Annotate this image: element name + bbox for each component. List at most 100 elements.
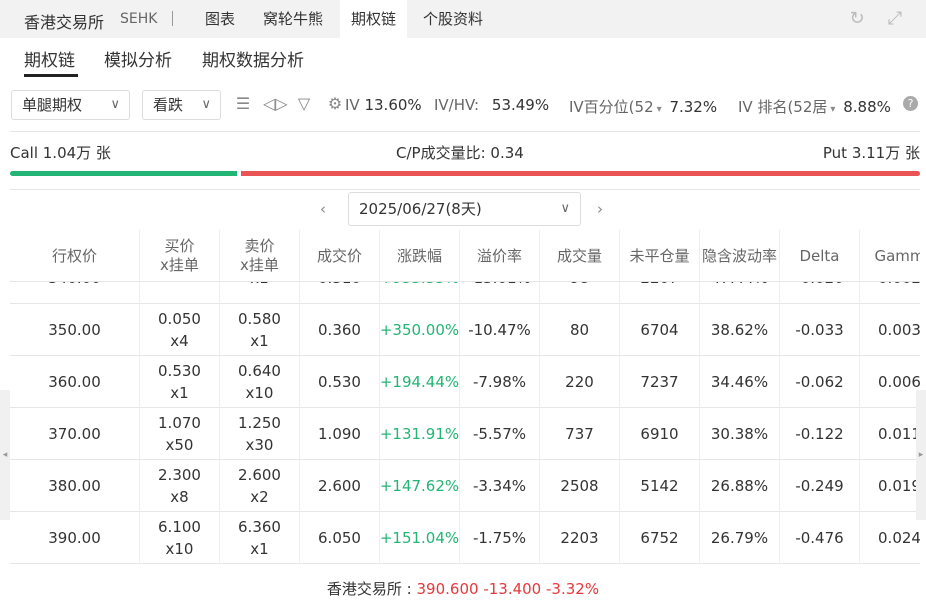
tab-option-chain[interactable]: 期权链: [340, 0, 408, 38]
tab-chart[interactable]: 图表: [194, 0, 246, 38]
cell-bid: 0.530 x1: [140, 356, 220, 408]
cell-implied-vol: 26.79%: [700, 512, 780, 564]
header-volume[interactable]: 成交量: [540, 230, 620, 282]
cell-strike: 390.00: [10, 512, 140, 564]
cell-ask: 6.360 x1: [220, 512, 300, 564]
expiry-value: 2025/06/27(8天): [359, 200, 482, 218]
cell-bid: 0.050 x4: [140, 304, 220, 356]
cell-last: 0.530: [300, 356, 380, 408]
chevron-down-icon: ∨: [201, 97, 211, 112]
call-volume: Call 1.04万 张: [10, 144, 111, 162]
tab-warrants[interactable]: 窝轮牛熊: [252, 0, 334, 38]
cell-volume: 2508: [540, 460, 620, 512]
cell-strike: 380.00: [10, 460, 140, 512]
header-ask[interactable]: 卖价 x挂单: [220, 230, 300, 282]
header-premium[interactable]: 溢价率: [460, 230, 540, 282]
cell-ask: 0.580 x1: [220, 304, 300, 356]
top-bar: 香港交易所 SEHK 图表 窝轮牛熊 期权链 个股资料 ↻ ⤢: [0, 0, 926, 38]
gear-icon[interactable]: ⚙: [325, 94, 345, 114]
cell-open-interest: 6752: [620, 512, 700, 564]
caret-down-icon[interactable]: ▾: [657, 104, 662, 115]
cell-volume: 220: [540, 356, 620, 408]
cell-change-pct: +151.04%: [380, 512, 460, 564]
cell-ask: 1.250 x30: [220, 408, 300, 460]
header-delta[interactable]: Delta: [780, 230, 860, 282]
table-row[interactable]: 350.00 0.050 x4 0.580 x1 0.360 +350.00% -10.47%…: [10, 304, 920, 356]
cell-premium: -10.47%: [460, 304, 540, 356]
expand-icon[interactable]: ⤢: [884, 8, 906, 30]
chevron-down-icon: ∨: [560, 201, 570, 216]
cell-implied-vol: 34.46%: [700, 356, 780, 408]
divider: [172, 11, 173, 26]
cell-ask: 2.600 x2: [220, 460, 300, 512]
stock-name: 香港交易所: [24, 13, 105, 32]
chevron-left-icon[interactable]: ‹: [320, 200, 326, 218]
ivhv-value: 53.49%: [491, 96, 550, 114]
divider: [10, 131, 920, 132]
ivhv-label: IV/HV:: [434, 96, 480, 114]
cell-gamma: 0.003: [860, 304, 920, 356]
help-icon[interactable]: ?: [903, 96, 918, 111]
ivhv-stat: IV/HV: 53.49%: [434, 96, 549, 114]
cell-strike: 370.00: [10, 408, 140, 460]
footer-stock-name: 香港交易所 :: [326, 580, 412, 598]
table-row[interactable]: 390.00 6.100 x10 6.360 x1 6.050 +151.04% -1.75%…: [10, 512, 920, 564]
filter-icon[interactable]: ▽: [294, 94, 314, 114]
cell-bid: 1.070 x50: [140, 408, 220, 460]
iv-rank-value: 8.88%: [843, 98, 891, 116]
iv-rank-label: IV 排名(52居: [738, 98, 828, 116]
iv-percentile-stat: IV百分位(52 ▾ 7.32%: [569, 96, 717, 117]
put-volume: Put 3.11万 张: [822, 144, 920, 162]
table-row[interactable]: 380.00 2.300 x8 2.600 x2 2.600 +147.62% -3.34% 2…: [10, 460, 920, 512]
scroll-right-handle[interactable]: ▸: [916, 390, 926, 520]
option-type-select[interactable]: 单腿期权 ∨: [11, 90, 130, 120]
footer-price: 390.600: [416, 580, 479, 598]
header-implied-vol[interactable]: 隐含波动率: [700, 230, 780, 282]
list-icon[interactable]: ☰: [233, 94, 253, 114]
cell-delta: -0.122: [780, 408, 860, 460]
cell-open-interest: 6910: [620, 408, 700, 460]
cell-gamma: 0.011: [860, 408, 920, 460]
header-open-interest[interactable]: 未平仓量: [620, 230, 700, 282]
expiry-select[interactable]: 2025/06/27(8天) ∨: [348, 192, 581, 226]
header-bid[interactable]: 买价 x挂单: [140, 230, 220, 282]
cell-ask: 0.640 x10: [220, 356, 300, 408]
cell-last: 2.600: [300, 460, 380, 512]
subtab-simulation[interactable]: 模拟分析: [104, 46, 172, 71]
iv-stat: IV 13.60%: [345, 96, 422, 114]
caret-down-icon[interactable]: ▾: [830, 104, 835, 115]
cell-gamma: 0.024: [860, 512, 920, 564]
cell-change-pct: +350.00%: [380, 304, 460, 356]
volume-ratio-bar: [10, 171, 920, 176]
direction-select[interactable]: 看跌 ∨: [142, 90, 221, 120]
iv-percentile-label: IV百分位(52: [569, 98, 654, 116]
header-strike[interactable]: 行权价: [10, 230, 140, 282]
header-gamma[interactable]: Gamm: [860, 230, 920, 282]
table-row[interactable]: 360.00 0.530 x1 0.640 x10 0.530 +194.44% -7.98%…: [10, 356, 920, 408]
chevron-down-icon: ∨: [110, 97, 120, 112]
cell-implied-vol: 38.62%: [700, 304, 780, 356]
cell-gamma: 0.006: [860, 356, 920, 408]
chevron-right-icon[interactable]: ›: [597, 200, 603, 218]
cell-last: 0.360: [300, 304, 380, 356]
cell-gamma: 0.019: [860, 460, 920, 512]
iv-rank-stat: IV 排名(52居 ▾ 8.88%: [738, 96, 891, 117]
cell-volume: 80: [540, 304, 620, 356]
cell-last: 6.050: [300, 512, 380, 564]
subtab-option-chain[interactable]: 期权链: [24, 46, 75, 71]
cell-bid: 6.100 x10: [140, 512, 220, 564]
cell-strike: 360.00: [10, 356, 140, 408]
cell-delta: -0.033: [780, 304, 860, 356]
refresh-icon[interactable]: ↻: [846, 8, 868, 30]
header-change-pct[interactable]: 涨跌幅: [380, 230, 460, 282]
table-row[interactable]: 370.00 1.070 x50 1.250 x30 1.090 +131.91% -5.57…: [10, 408, 920, 460]
cell-implied-vol: 26.88%: [700, 460, 780, 512]
cell-change-pct: +131.91%: [380, 408, 460, 460]
header-last[interactable]: 成交价: [300, 230, 380, 282]
subtab-option-data-analysis[interactable]: 期权数据分析: [202, 46, 304, 71]
split-view-icon[interactable]: ◁▷: [263, 94, 288, 114]
scroll-left-handle[interactable]: ◂: [0, 390, 10, 520]
cell-change-pct: +194.44%: [380, 356, 460, 408]
tab-profile[interactable]: 个股资料: [412, 0, 494, 38]
sub-tabs: 期权链 模拟分析 期权数据分析: [0, 38, 926, 80]
